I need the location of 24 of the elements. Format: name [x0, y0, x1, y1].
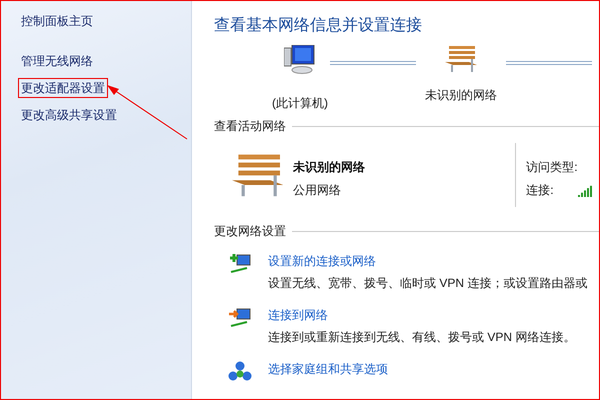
node-label: (此计算机) [272, 95, 328, 112]
connection-label: 连接: [526, 182, 554, 199]
signal-bars-icon [578, 184, 592, 196]
access-type-label: 访问类型: [526, 159, 579, 176]
task-description: 设置无线、宽带、拨号、临时或 VPN 连接；或设置路由器或 [268, 275, 588, 292]
network-connect-icon [228, 306, 252, 330]
computer-icon [284, 45, 316, 75]
sidebar-link[interactable]: 控制面板主页 [18, 11, 96, 31]
task-link[interactable]: 选择家庭组和共享选项 [268, 360, 599, 378]
sidebar-link[interactable]: 管理无线网络 [18, 51, 96, 71]
bench-icon [232, 153, 284, 198]
section-heading: 查看活动网络 [214, 118, 286, 135]
section-heading: 更改网络设置 [214, 223, 286, 240]
network-name: 未识别的网络 [293, 159, 366, 176]
bench-icon [445, 45, 477, 73]
network-type: 公用网络 [293, 182, 342, 199]
page-title: 查看基本网络信息并设置连接 [214, 16, 423, 36]
sidebar-link[interactable]: 更改适配器设置 [18, 78, 108, 98]
node-label: 未识别的网络 [425, 87, 497, 104]
task-description: 连接到或重新连接到无线、有线、拨号或 VPN 网络连接。 [268, 329, 576, 346]
task-link[interactable]: 连接到网络 [268, 306, 599, 324]
sidebar-link[interactable]: 更改高级共享设置 [18, 105, 120, 125]
network-add-icon [228, 252, 252, 276]
task-link[interactable]: 设置新的连接或网络 [268, 252, 599, 270]
